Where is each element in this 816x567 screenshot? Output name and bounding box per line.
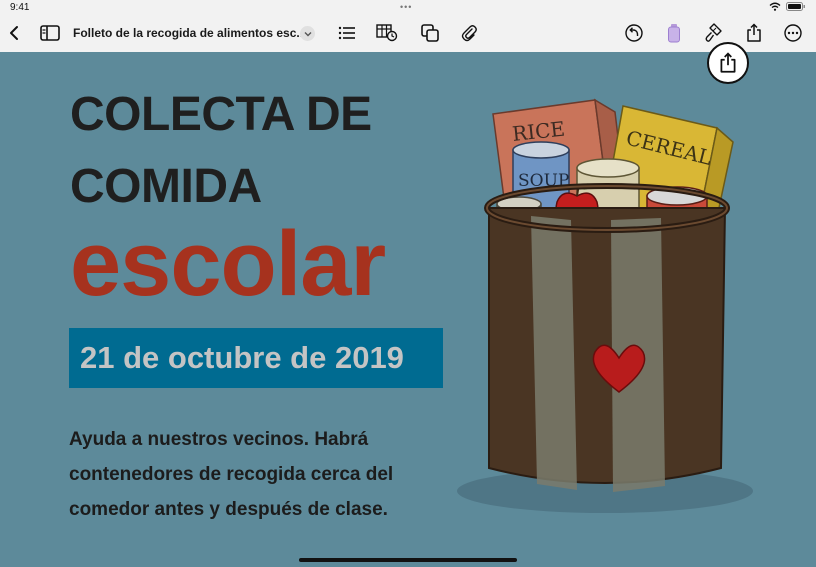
body-text[interactable]: Ayuda a nuestros vecinos. Habrá contened…	[69, 422, 449, 527]
document-title[interactable]: Folleto de la recogida de alimentos esc.…	[73, 26, 306, 40]
table-chart-icon	[376, 24, 398, 42]
body-line: comedor antes y después de clase.	[69, 499, 388, 520]
system-indicators	[769, 2, 806, 11]
format-fill-button[interactable]	[662, 21, 686, 45]
status-bar: 9:41 •••	[0, 0, 816, 14]
body-line: Ayuda a nuestros vecinos. Habrá	[69, 429, 369, 450]
share-icon	[719, 52, 737, 74]
format-list-button[interactable]	[335, 21, 359, 45]
share-icon	[746, 23, 762, 43]
brush-icon	[705, 23, 723, 43]
event-date[interactable]: 21 de octubre de 2019	[80, 340, 404, 376]
undo-icon	[625, 24, 643, 42]
insert-table-button[interactable]	[375, 21, 399, 45]
more-options-button[interactable]	[781, 21, 805, 45]
heading-line-1[interactable]: COLECTA DE	[70, 91, 372, 139]
more-icon	[784, 24, 802, 42]
fill-icon	[667, 23, 681, 43]
share-callout-button[interactable]	[707, 42, 749, 84]
title-chevron-icon	[304, 31, 312, 37]
status-time: 9:41	[10, 2, 30, 13]
insert-shape-button[interactable]	[418, 21, 442, 45]
undo-button[interactable]	[622, 21, 646, 45]
multitask-dots[interactable]: •••	[400, 2, 412, 12]
wifi-icon	[769, 2, 781, 11]
back-button[interactable]	[2, 21, 26, 45]
food-bin-illustration[interactable]: RICE CEREAL SOUP	[455, 96, 755, 526]
back-chevron-icon	[8, 25, 20, 41]
body-line: contenedores de recogida cerca del	[69, 464, 394, 485]
title-menu-button[interactable]	[300, 26, 315, 41]
insert-attachment-button[interactable]	[457, 21, 481, 45]
sidebar-button[interactable]	[38, 21, 62, 45]
sidebar-icon	[40, 25, 60, 41]
format-brush-button[interactable]	[702, 21, 726, 45]
battery-icon	[786, 2, 806, 11]
share-button[interactable]	[742, 21, 766, 45]
attachment-icon	[461, 24, 477, 42]
shapes-icon	[421, 24, 439, 42]
heading-line-2[interactable]: COMIDA	[70, 163, 262, 211]
heading-big-word[interactable]: escolar	[70, 218, 386, 310]
home-indicator[interactable]	[299, 558, 517, 562]
list-icon	[338, 26, 356, 40]
toolbar: Folleto de la recogida de alimentos esc.…	[0, 14, 816, 53]
